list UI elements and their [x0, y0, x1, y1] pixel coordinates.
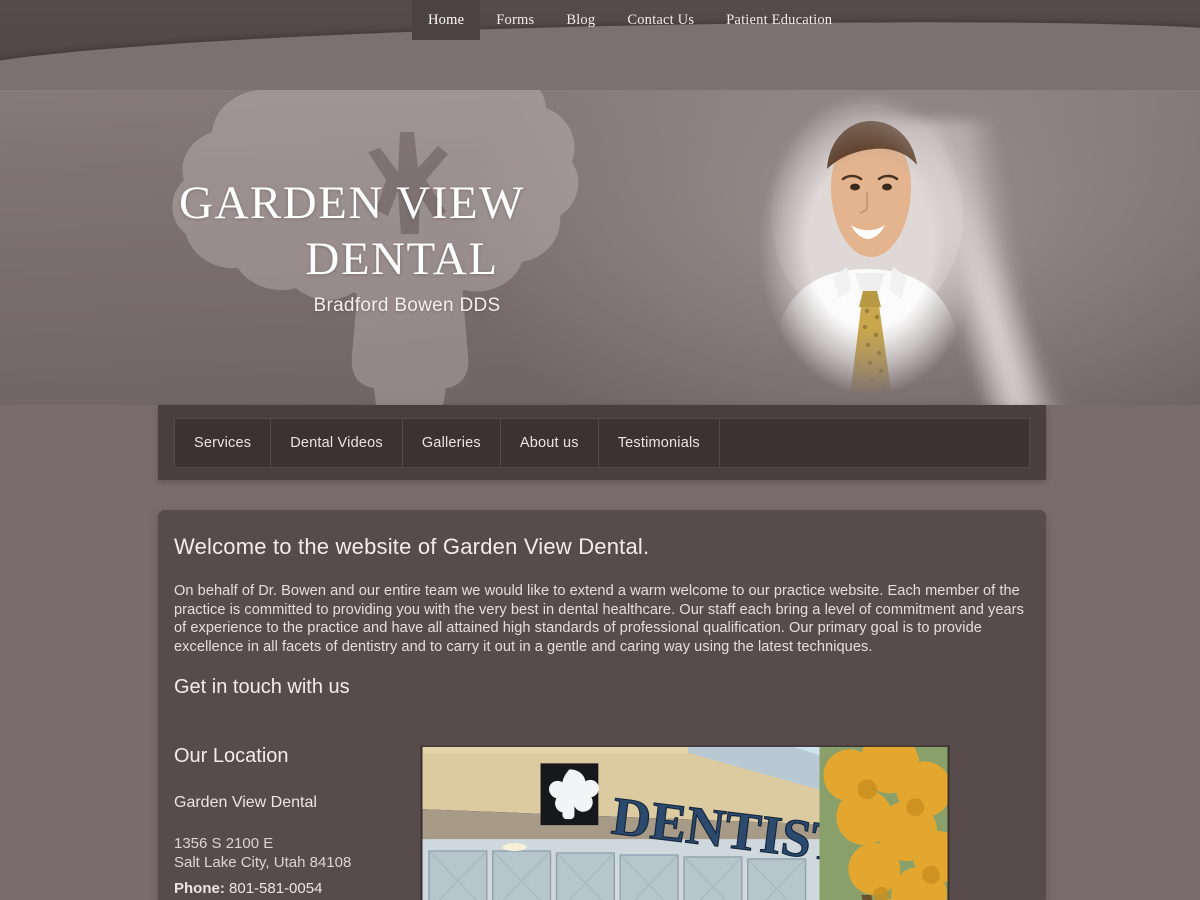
brand-subtitle: Bradford Bowen DDS [313, 295, 501, 316]
main-content-panel: Welcome to the website of Garden View De… [158, 510, 1046, 900]
topnav-item-patient-education[interactable]: Patient Education [710, 0, 848, 40]
top-navigation: Home Forms Blog Contact Us Patient Educa… [0, 0, 1200, 40]
dentist-portrait-photo [755, 95, 985, 405]
topnav-item-home[interactable]: Home [412, 0, 481, 40]
hero-banner: GARDEN VIEW DENTAL Bradford Bowen DDS [0, 40, 1200, 405]
address-line-2: Salt Lake City, Utah 84108 [174, 854, 352, 872]
our-location-heading: Our Location [174, 745, 289, 768]
menu-item-services[interactable]: Services [175, 419, 272, 467]
address-line-1: 1356 S 2100 E [174, 835, 274, 853]
menu-item-testimonials[interactable]: Testimonials [599, 419, 720, 467]
intro-paragraph: On behalf of Dr. Bowen and our entire te… [174, 583, 1024, 655]
location-section: Our Location Garden View Dental 1356 S 2… [174, 745, 1024, 900]
phone-label: Phone: [174, 880, 225, 898]
location-details: Our Location Garden View Dental 1356 S 2… [174, 745, 414, 900]
menu-item-dental-videos[interactable]: Dental Videos [271, 419, 403, 467]
get-in-touch-heading: Get in touch with us [174, 676, 350, 699]
office-building-photo: DENTISTRY [420, 745, 950, 900]
main-menu-container: Services Dental Videos Galleries About u… [158, 405, 1046, 480]
brand-title-line1: GARDEN VIEW [179, 177, 525, 229]
brand-title-line2: DENTAL [305, 233, 499, 285]
site-brand: GARDEN VIEW DENTAL Bradford Bowen DDS [175, 175, 695, 317]
menu-item-about-us[interactable]: About us [501, 419, 599, 467]
menu-filler [720, 419, 1029, 467]
main-menu-bar: Services Dental Videos Galleries About u… [174, 418, 1030, 468]
topnav-item-blog[interactable]: Blog [550, 0, 611, 40]
practice-name: Garden View Dental [174, 794, 317, 812]
page-root: Home Forms Blog Contact Us Patient Educa… [0, 0, 1200, 900]
phone-row: Phone: 801-581-0054 [174, 880, 414, 897]
address-block: 1356 S 2100 E Salt Lake City, Utah 84108 [174, 834, 414, 872]
menu-item-galleries[interactable]: Galleries [403, 419, 501, 467]
topnav-item-contact-us[interactable]: Contact Us [611, 0, 710, 40]
phone-number[interactable]: 801-581-0054 [229, 880, 322, 897]
topnav-item-forms[interactable]: Forms [480, 0, 550, 40]
welcome-heading: Welcome to the website of Garden View De… [174, 534, 650, 559]
